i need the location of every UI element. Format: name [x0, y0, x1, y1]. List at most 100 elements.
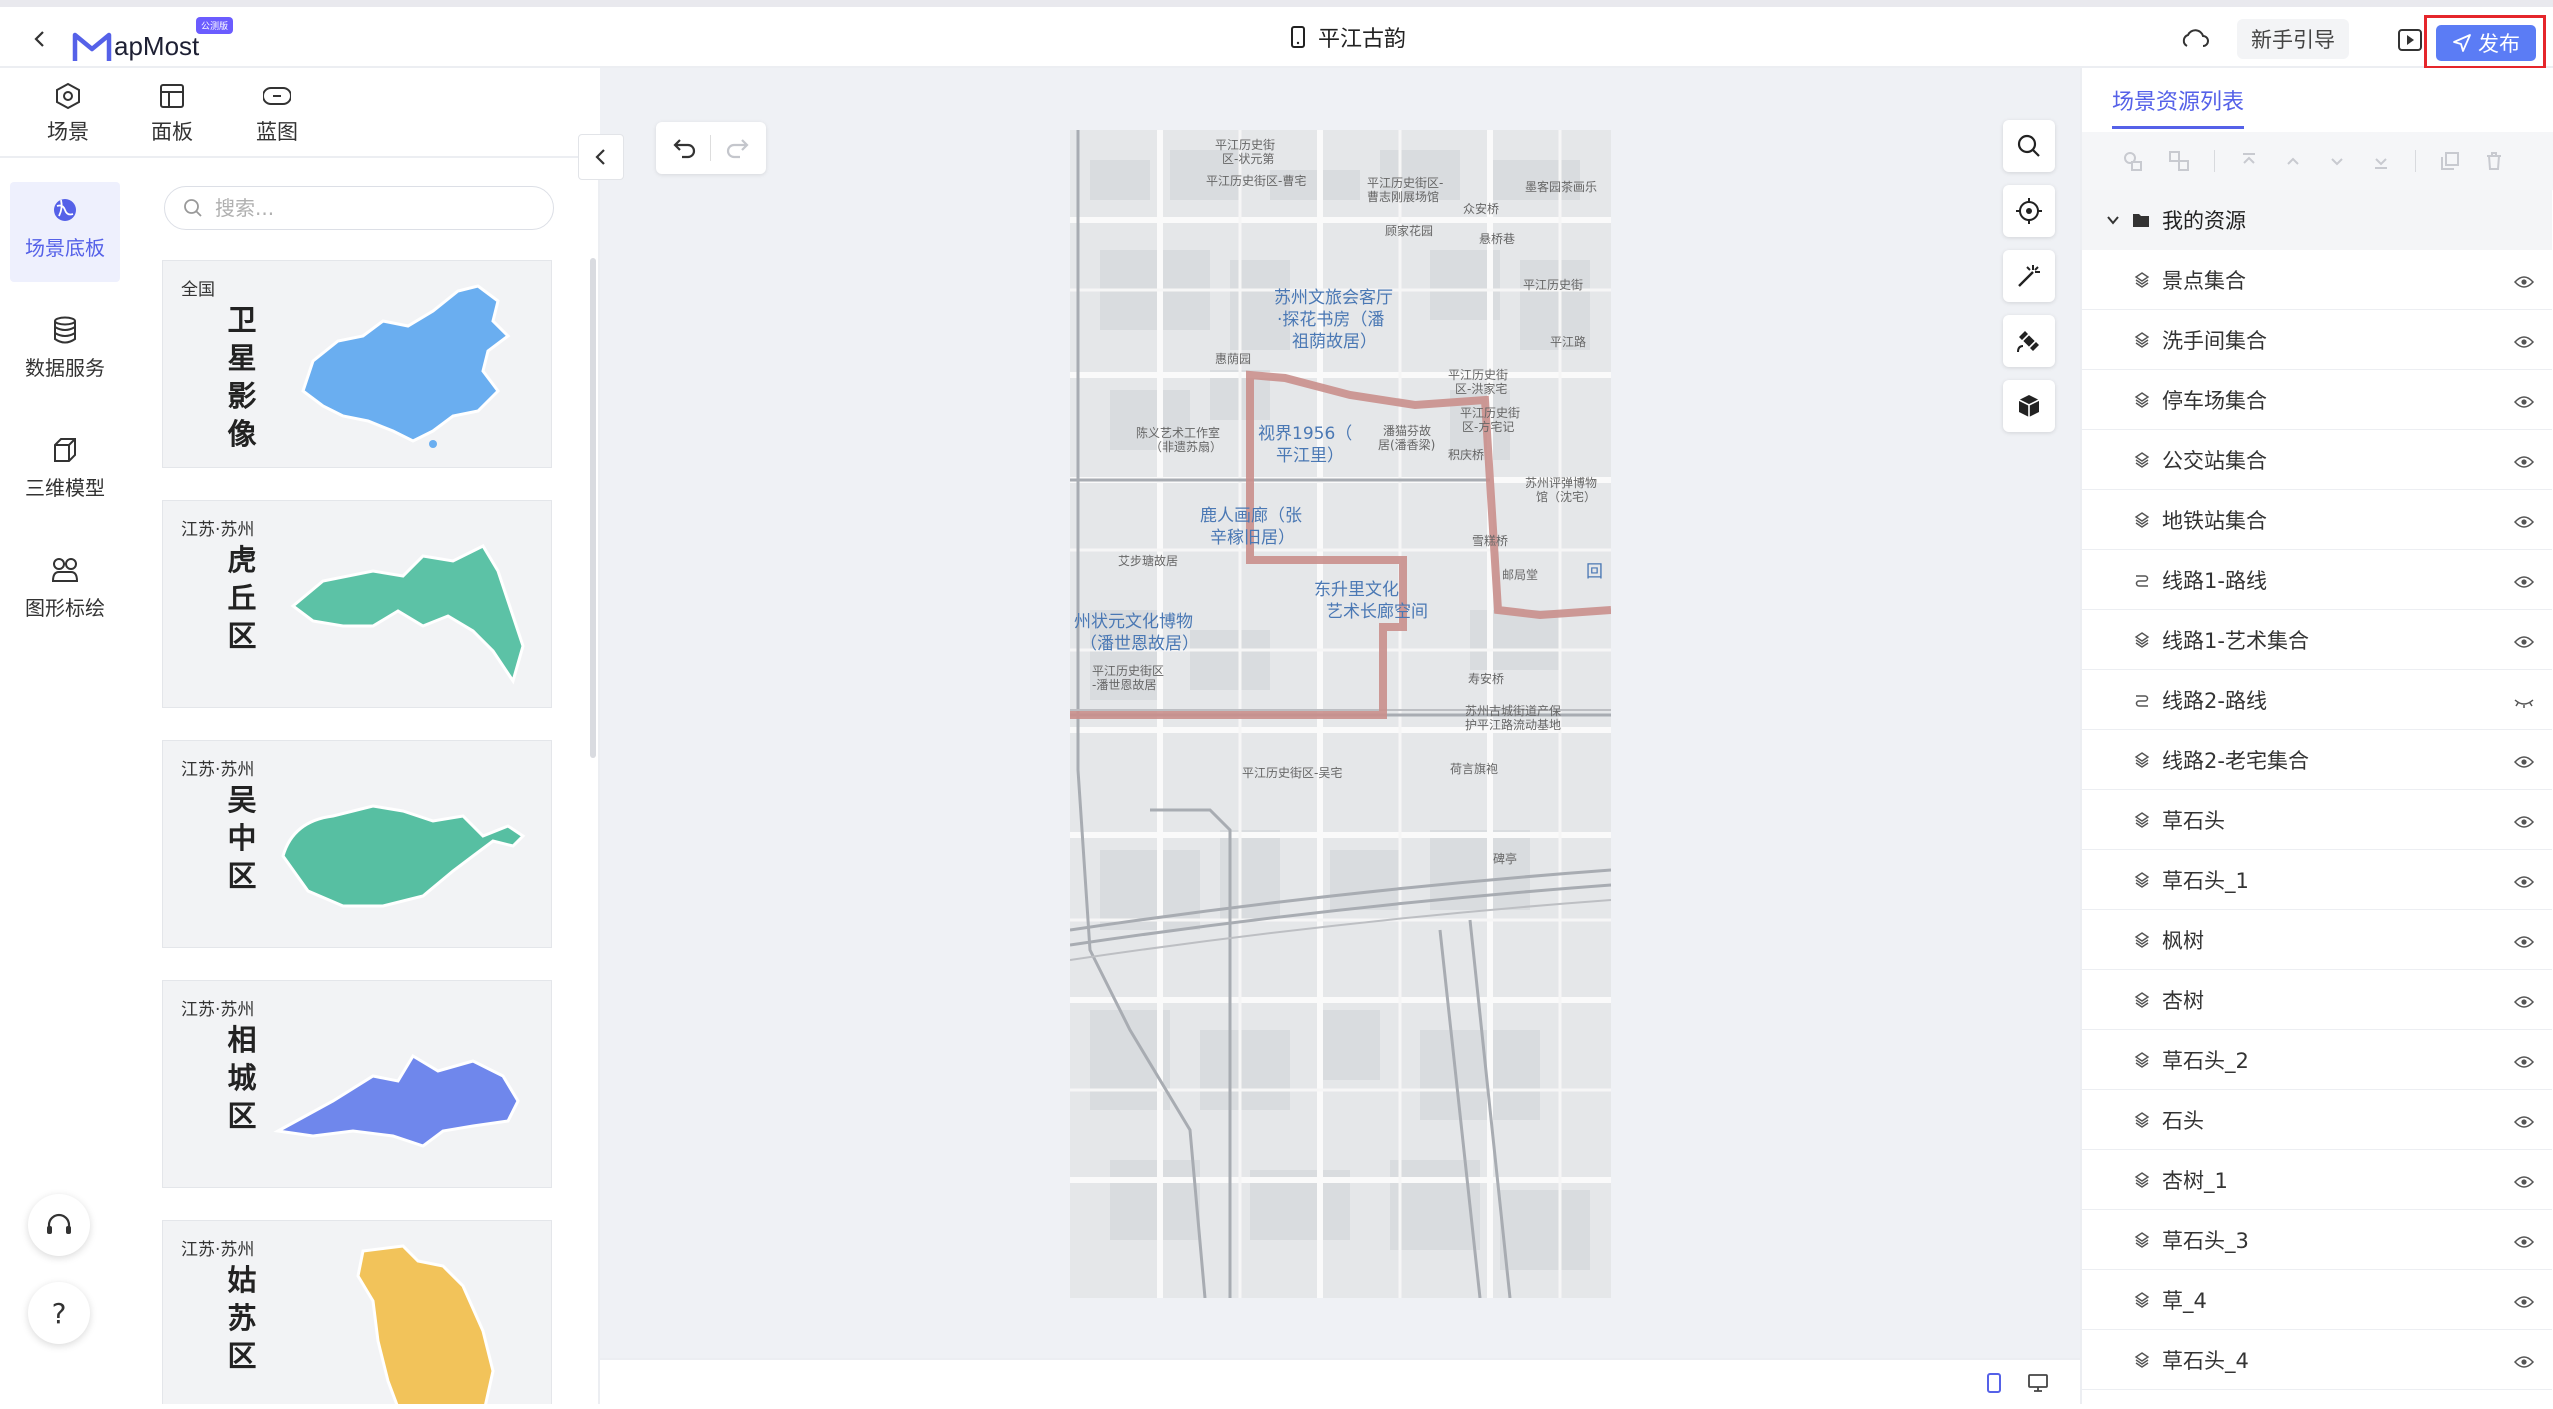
ungroup-icon[interactable]	[2168, 150, 2190, 172]
rail-item-label: 场景底板	[25, 236, 105, 260]
map-label: 区-方宅记	[1462, 420, 1515, 434]
rail-item-label: 三维模型	[25, 476, 105, 500]
resource-row[interactable]: 公交站集合	[2082, 430, 2552, 490]
undo-icon[interactable]	[672, 136, 698, 160]
list-scrollbar[interactable]	[590, 258, 596, 758]
resource-row[interactable]: 草石头	[2082, 790, 2552, 850]
move-down-icon[interactable]	[2327, 151, 2347, 171]
map-label: 居(潘香梁)	[1378, 438, 1436, 452]
card-region: 全国	[181, 280, 215, 300]
map-label: 平江历史街	[1448, 368, 1509, 382]
eye-icon[interactable]	[2513, 570, 2535, 594]
resource-row[interactable]: 杏树_1	[2082, 1150, 2552, 1210]
base-card-satellite[interactable]: 全国 卫星影像	[162, 260, 552, 468]
redo-icon[interactable]	[724, 136, 750, 160]
resource-row[interactable]: 石头	[2082, 1090, 2552, 1150]
poi-label: 视界1956（	[1258, 424, 1353, 444]
rail-item-scene-base[interactable]: 场景底板	[10, 182, 120, 282]
help-icon[interactable]: ?	[28, 1282, 90, 1344]
eye-icon[interactable]	[2513, 870, 2535, 894]
eye-icon[interactable]	[2513, 930, 2535, 954]
resource-row[interactable]: 草石头_4	[2082, 1330, 2552, 1390]
resource-row[interactable]: 草_4	[2082, 1270, 2552, 1330]
tab-panel[interactable]: 面板	[122, 80, 222, 146]
poi-label: 州状元文化博物	[1074, 612, 1193, 632]
map-label: 陈义艺术工作室	[1136, 426, 1221, 440]
base-card-gusu[interactable]: 江苏·苏州 姑苏区	[162, 1220, 552, 1404]
layer-icon	[2134, 1051, 2154, 1068]
layer-icon	[2134, 271, 2154, 288]
eye-icon[interactable]	[2513, 270, 2535, 294]
resource-row[interactable]: 草石头_3	[2082, 1210, 2552, 1270]
move-up-icon[interactable]	[2283, 151, 2303, 171]
rail-item-data-service[interactable]: 数据服务	[10, 302, 120, 402]
eye-icon[interactable]	[2513, 1350, 2535, 1374]
resource-label: 线路1-路线	[2162, 568, 2267, 593]
delete-icon[interactable]	[2484, 151, 2504, 171]
preview-icon[interactable]	[2397, 27, 2427, 57]
map-label: 馆（沈宅）	[1536, 490, 1597, 504]
resource-list-title[interactable]: 场景资源列表	[2112, 84, 2245, 129]
collapse-panel-button[interactable]	[578, 134, 624, 180]
group-icon[interactable]	[2122, 150, 2144, 172]
cloud-sync-icon[interactable]	[2180, 27, 2212, 55]
resource-row[interactable]: 草石头_1	[2082, 850, 2552, 910]
eye-icon[interactable]	[2513, 750, 2535, 774]
eye-icon[interactable]	[2513, 510, 2535, 534]
resource-row[interactable]: 线路1-艺术集合	[2082, 610, 2552, 670]
resource-row[interactable]: 线路2-老宅集合	[2082, 730, 2552, 790]
eye-icon[interactable]	[2513, 1050, 2535, 1074]
resource-row[interactable]: 停车场集合	[2082, 370, 2552, 430]
eye-icon[interactable]	[2513, 1170, 2535, 1194]
map-label: 平江历史街区	[1092, 664, 1165, 678]
resource-row[interactable]: 地铁站集合	[2082, 490, 2552, 550]
poi-label: 回	[1586, 562, 1603, 582]
move-bottom-icon[interactable]	[2371, 151, 2391, 171]
poi-label: 东升里文化	[1314, 580, 1399, 600]
eye-icon[interactable]	[2513, 990, 2535, 1014]
resource-row[interactable]: 杏树	[2082, 970, 2552, 1030]
publish-button[interactable]: 发布	[2436, 25, 2536, 61]
eye-off-icon[interactable]	[2514, 690, 2534, 714]
mobile-view-icon[interactable]	[1986, 1373, 2002, 1393]
resource-row[interactable]: 枫树	[2082, 910, 2552, 970]
base-card-wuzhong[interactable]: 江苏·苏州 吴中区	[162, 740, 552, 948]
search-icon[interactable]	[2003, 120, 2055, 172]
tab-blueprint[interactable]: 蓝图	[227, 80, 327, 146]
resource-root-folder[interactable]: 我的资源	[2082, 190, 2552, 250]
tab-scene[interactable]: 场景	[18, 80, 118, 167]
search-input[interactable]	[215, 196, 515, 220]
magic-wand-icon[interactable]	[2003, 250, 2055, 302]
base-card-huqiu[interactable]: 江苏·苏州 虎丘区	[162, 500, 552, 708]
resource-row[interactable]: 线路2-路线	[2082, 670, 2552, 730]
headset-icon[interactable]	[28, 1194, 90, 1256]
search-box[interactable]	[164, 186, 554, 230]
resource-row[interactable]: 线路1-路线	[2082, 550, 2552, 610]
box-3d-icon[interactable]	[2003, 380, 2055, 432]
eye-icon[interactable]	[2513, 330, 2535, 354]
resource-row[interactable]: 草石头_2	[2082, 1030, 2552, 1090]
rail-item-3d-model[interactable]: 三维模型	[10, 422, 120, 522]
base-card-xiangcheng[interactable]: 江苏·苏州 相城区	[162, 980, 552, 1188]
copy-icon[interactable]	[2440, 151, 2460, 171]
satellite-icon[interactable]	[2003, 315, 2055, 367]
resource-row[interactable]: 洗手间集合	[2082, 310, 2552, 370]
resource-label: 草石头_3	[2162, 1228, 2249, 1253]
eye-icon[interactable]	[2513, 390, 2535, 414]
desktop-view-icon[interactable]	[2028, 1373, 2048, 1393]
map-preview[interactable]: 平江历史街 区-状元第 平江历史街区-曹宅 平江历史街区- 曹志刚展场馆 众安桥…	[1070, 130, 1611, 1298]
resource-row[interactable]: 景点集合	[2082, 250, 2552, 310]
move-top-icon[interactable]	[2239, 151, 2259, 171]
eye-icon[interactable]	[2513, 450, 2535, 474]
eye-icon[interactable]	[2513, 630, 2535, 654]
eye-icon[interactable]	[2513, 1230, 2535, 1254]
eye-icon[interactable]	[2513, 1290, 2535, 1314]
layer-icon	[2134, 751, 2154, 768]
logo-text: apMost	[114, 31, 200, 61]
rail-item-graphic-mark[interactable]: 图形标绘	[10, 542, 120, 642]
eye-icon[interactable]	[2513, 1110, 2535, 1134]
eye-icon[interactable]	[2513, 810, 2535, 834]
back-icon[interactable]	[24, 23, 56, 55]
locate-icon[interactable]	[2003, 185, 2055, 237]
guide-button[interactable]: 新手引导	[2237, 19, 2349, 59]
